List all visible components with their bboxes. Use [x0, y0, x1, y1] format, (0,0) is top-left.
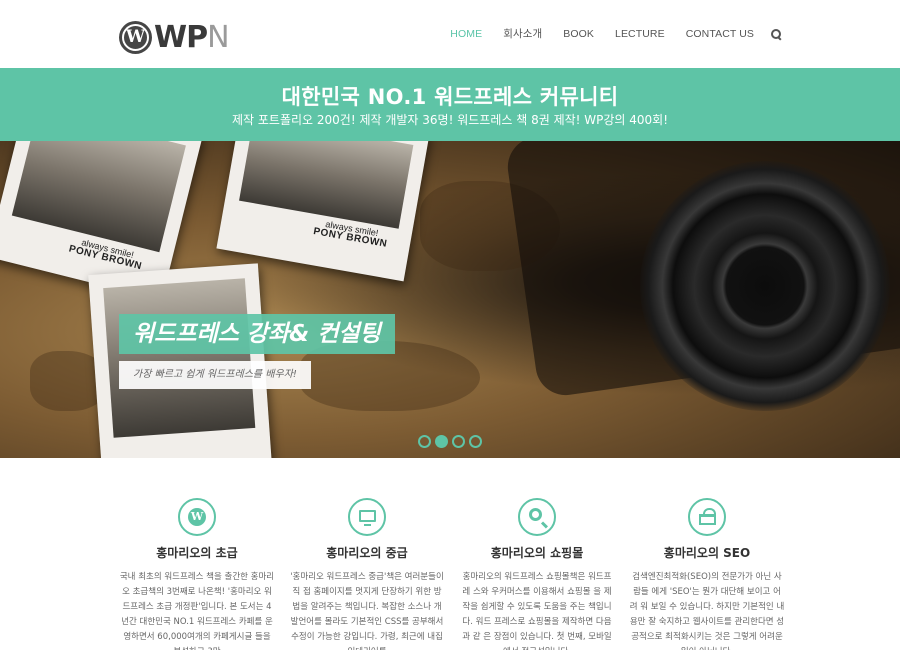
logo-text: WPN: [154, 19, 230, 55]
magnifier-icon: [529, 508, 542, 521]
feature-title[interactable]: 홍마리오의 중급: [282, 544, 452, 561]
feature-title[interactable]: 홍마리오의 쇼핑몰: [452, 544, 622, 561]
nav-book[interactable]: BOOK: [563, 28, 594, 40]
feature-text: 홍마리오의 워드프레스 쇼핑몰책은 워드프레 스와 우커머스를 이용해서 쇼핑몰…: [462, 572, 612, 650]
feature-text: 검색엔진최적화(SEO)의 전문가가 아닌 사람들 에게 'SEO'는 뭔가 대…: [629, 572, 785, 650]
search-icon[interactable]: [770, 28, 782, 40]
nav-company[interactable]: 회사소개: [503, 26, 542, 41]
feature-icon-circle[interactable]: [518, 498, 556, 536]
nav-lecture[interactable]: LECTURE: [615, 28, 665, 40]
logo-mark-letter: W: [125, 26, 146, 47]
hero-title: 워드프레스 강좌& 컨설팅: [119, 314, 395, 354]
polaroid-image: [239, 141, 414, 229]
logo-text-n: N: [207, 19, 229, 55]
slider-dot-3[interactable]: [452, 435, 465, 448]
slider-dot-2[interactable]: [435, 435, 448, 448]
feature-shopping: 홍마리오의 쇼핑몰 홍마리오의 워드프레스 쇼핑몰책은 워드프레 스와 우커머스…: [452, 498, 622, 650]
band-subtitle: 제작 포트폴리오 200건! 제작 개발자 36명! 워드프레스 책 8권 제작…: [231, 113, 669, 127]
feature-icon-circle[interactable]: [348, 498, 386, 536]
slider-dot-4[interactable]: [469, 435, 482, 448]
polaroid-image: [103, 278, 256, 438]
hero-band: 대한민국 NO.1 워드프레스 커뮤니티 제작 포트폴리오 200건! 제작 개…: [0, 68, 900, 141]
logo-text-wp: WP: [154, 19, 208, 55]
nav-home[interactable]: HOME: [450, 28, 482, 40]
monitor-icon: [359, 510, 376, 526]
polaroid-photo: always smile! PONY BROWN: [216, 141, 430, 282]
site-logo[interactable]: W WPN: [119, 19, 230, 55]
feature-title[interactable]: 홍마리오의 초급: [112, 544, 282, 561]
feature-text: '홍마리오 워드프레스 중급'책은 여러분들이 직 접 홈페이지를 멋지게 단장…: [290, 572, 444, 650]
wordpress-logo-icon: W: [119, 20, 152, 54]
feature-icon-circle[interactable]: [688, 498, 726, 536]
feature-text: 국내 최초의 워드프레스 책을 출간한 홍마리오 초급책의 3번째로 나온책! …: [119, 572, 275, 650]
polaroid-image: [11, 141, 186, 253]
feature-title[interactable]: 홍마리오의 SEO: [622, 544, 792, 561]
slider-dot-1[interactable]: [418, 435, 431, 448]
camera-lens-image: [640, 161, 890, 411]
features-section: 홍마리오의 초급 국내 최초의 워드프레스 책을 출간한 홍마리오 초급책의 3…: [112, 498, 792, 650]
feature-seo: 홍마리오의 SEO 검색엔진최적화(SEO)의 전문가가 아닌 사람들 에게 '…: [622, 498, 792, 650]
feature-intermediate: 홍마리오의 중급 '홍마리오 워드프레스 중급'책은 여러분들이 직 접 홈페이…: [282, 498, 452, 650]
feature-icon-circle[interactable]: [178, 498, 216, 536]
hero-subtitle: 가장 빠르고 쉽게 워드프레스를 배우자!: [119, 361, 311, 389]
slider-dots: [418, 435, 486, 448]
site-header: W WPN HOME 회사소개 BOOK LECTURE CONTACT US: [0, 0, 900, 68]
hero-slider: always smile! PONY BROWN always smile! P…: [0, 141, 900, 458]
feature-beginner: 홍마리오의 초급 국내 최초의 워드프레스 책을 출간한 홍마리오 초급책의 3…: [112, 498, 282, 650]
band-title: 대한민국 NO.1 워드프레스 커뮤니티: [281, 85, 619, 109]
wordpress-icon: [188, 508, 206, 526]
nav-contact[interactable]: CONTACT US: [686, 28, 754, 40]
basket-icon: [699, 508, 716, 525]
main-nav: HOME 회사소개 BOOK LECTURE CONTACT US: [429, 26, 782, 41]
